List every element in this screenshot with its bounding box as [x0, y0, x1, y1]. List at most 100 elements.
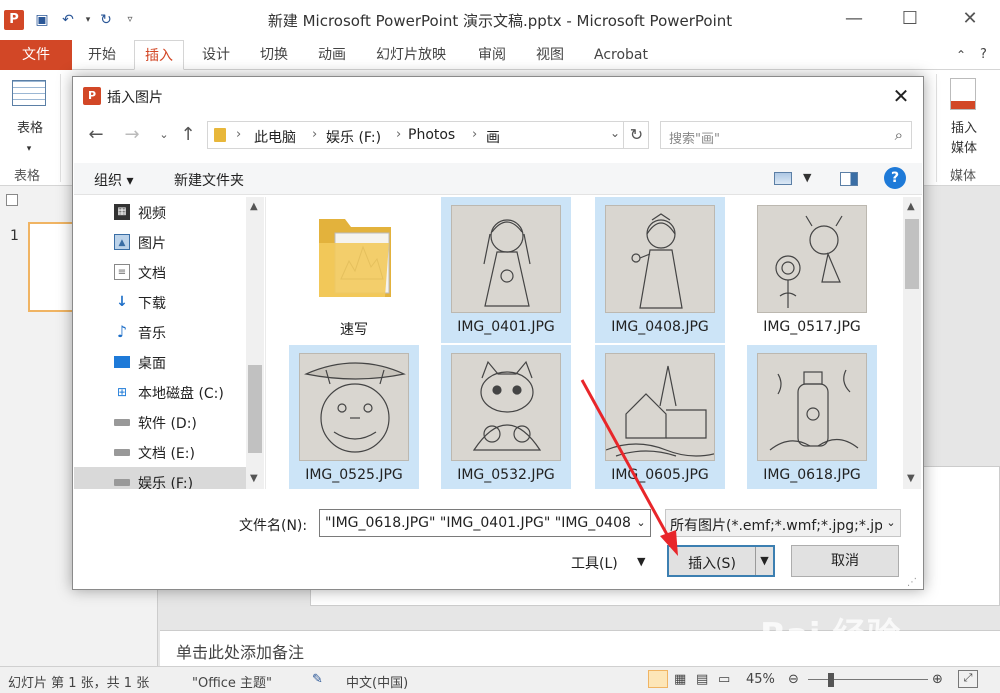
- file-tile-image[interactable]: IMG_0525.JPG: [289, 345, 419, 489]
- tree-item-desktop[interactable]: 桌面: [74, 347, 246, 377]
- search-input[interactable]: 搜索"画": [669, 128, 720, 147]
- scroll-down-icon[interactable]: ▼: [250, 473, 258, 484]
- filetype-select[interactable]: 所有图片(*.emf;*.wmf;*.jpg;*.jpeg;*.png) ⌄: [665, 509, 901, 537]
- refresh-icon[interactable]: ↻: [623, 121, 649, 149]
- resize-grip-icon[interactable]: ⋰: [907, 577, 917, 588]
- tree-item-documents[interactable]: ≡ 文档: [74, 257, 246, 287]
- file-tile-image[interactable]: IMG_0618.JPG: [747, 345, 877, 489]
- help-icon[interactable]: ?: [970, 40, 997, 70]
- tree-item-drive-d[interactable]: 软件 (D:): [74, 407, 246, 437]
- filetype-value[interactable]: 所有图片(*.emf;*.wmf;*.jpg;*.jpeg;*.png): [670, 515, 900, 535]
- fit-slide-icon[interactable]: ⤢: [958, 670, 978, 688]
- change-view-icon[interactable]: [774, 172, 792, 185]
- tree-item-pictures[interactable]: ▲ 图片: [74, 227, 246, 257]
- tab-insert[interactable]: 插入: [134, 40, 184, 70]
- breadcrumb-separator[interactable]: ›: [472, 127, 477, 142]
- tab-file[interactable]: 文件: [0, 40, 72, 70]
- scroll-up-icon[interactable]: ▲: [250, 201, 258, 212]
- collapse-pane-icon[interactable]: [6, 194, 18, 206]
- breadcrumb-separator[interactable]: ›: [396, 127, 401, 142]
- tab-transitions[interactable]: 切换: [250, 40, 298, 70]
- forward-arrow-icon[interactable]: →: [121, 123, 143, 147]
- breadcrumb-drive-f[interactable]: 娱乐 (F:): [326, 127, 381, 147]
- address-dropdown-icon[interactable]: ⌄: [610, 126, 620, 140]
- zoom-level[interactable]: 45%: [746, 672, 775, 687]
- file-name: IMG_0525.JPG: [305, 467, 403, 483]
- file-name: IMG_0618.JPG: [763, 467, 861, 483]
- tree-item-videos[interactable]: ▦ 视频: [74, 197, 246, 227]
- table-icon[interactable]: [12, 80, 46, 106]
- search-box[interactable]: 搜索"画" ⌕: [660, 121, 912, 149]
- zoom-in-icon[interactable]: ⊕: [932, 672, 943, 687]
- scroll-down-icon[interactable]: ▼: [907, 473, 915, 484]
- tools-menu[interactable]: 工具(L): [571, 553, 618, 573]
- file-tile-image[interactable]: IMG_0408.JPG: [595, 197, 725, 343]
- preview-pane-icon[interactable]: [840, 172, 858, 186]
- address-bar[interactable]: › 此电脑 › 娱乐 (F:) › Photos › 画 ⌄: [207, 121, 649, 149]
- breadcrumb-photos[interactable]: Photos: [408, 127, 455, 143]
- zoom-slider-handle[interactable]: [828, 673, 834, 687]
- reading-view-icon[interactable]: ▤: [696, 672, 708, 687]
- tree-item-drive-f[interactable]: 娱乐 (F:): [74, 467, 246, 489]
- new-folder-button[interactable]: 新建文件夹: [174, 170, 244, 190]
- minimize-button[interactable]: —: [834, 6, 874, 32]
- recent-locations-icon[interactable]: ⌄: [153, 123, 175, 147]
- tools-dropdown-icon[interactable]: ▼: [637, 555, 645, 568]
- file-tile-image[interactable]: IMG_0517.JPG: [747, 197, 877, 343]
- maximize-button[interactable]: ☐: [890, 6, 930, 32]
- cancel-button[interactable]: 取消: [791, 545, 899, 577]
- view-dropdown-icon[interactable]: ▼: [803, 171, 811, 184]
- organize-menu[interactable]: 组织 ▾: [94, 170, 133, 190]
- scroll-up-icon[interactable]: ▲: [907, 201, 915, 212]
- close-window-button[interactable]: ✕: [950, 6, 990, 32]
- dialog-close-button[interactable]: ✕: [881, 81, 921, 111]
- zoom-slider[interactable]: [808, 679, 928, 680]
- filetype-dropdown-icon[interactable]: ⌄: [882, 510, 900, 536]
- search-icon[interactable]: ⌕: [895, 126, 903, 144]
- tab-home[interactable]: 开始: [78, 40, 126, 70]
- tab-design[interactable]: 设计: [192, 40, 240, 70]
- tab-view[interactable]: 视图: [526, 40, 574, 70]
- filename-dropdown-icon[interactable]: ⌄: [632, 510, 650, 536]
- file-tile-image[interactable]: IMG_0401.JPG: [441, 197, 571, 343]
- table-button[interactable]: 表格: [8, 120, 52, 138]
- tab-slideshow[interactable]: 幻灯片放映: [366, 40, 456, 70]
- image-thumbnail: [299, 353, 409, 461]
- slide-sorter-icon[interactable]: ▦: [674, 672, 686, 687]
- table-dropdown-icon[interactable]: ▾: [24, 140, 34, 158]
- dialog-help-icon[interactable]: ?: [884, 167, 906, 189]
- spellcheck-icon[interactable]: ✎: [312, 672, 323, 687]
- slideshow-icon[interactable]: ▭: [718, 672, 730, 687]
- file-tile-image[interactable]: IMG_0605.JPG: [595, 345, 725, 489]
- tree-scrollbar-thumb[interactable]: [248, 365, 262, 453]
- file-tile-folder[interactable]: 速写: [289, 197, 419, 343]
- media-icon[interactable]: [950, 78, 976, 110]
- tab-acrobat[interactable]: Acrobat: [584, 40, 658, 70]
- file-grid-scrollbar[interactable]: ▲ ▼: [903, 197, 921, 489]
- breadcrumb-current-folder[interactable]: 画: [486, 127, 500, 147]
- breadcrumb-separator[interactable]: ›: [236, 127, 241, 142]
- image-thumbnail: [757, 205, 867, 313]
- insert-button[interactable]: 插入(S) ▼: [667, 545, 775, 577]
- tree-scrollbar[interactable]: ▲ ▼: [246, 197, 264, 489]
- file-tile-image[interactable]: IMG_0532.JPG: [441, 345, 571, 489]
- normal-view-icon[interactable]: [648, 670, 668, 688]
- tree-item-drive-e[interactable]: 文档 (E:): [74, 437, 246, 467]
- back-arrow-icon[interactable]: ←: [85, 123, 107, 147]
- up-arrow-icon[interactable]: ↑: [177, 123, 199, 147]
- filename-field[interactable]: "IMG_0618.JPG" "IMG_0401.JPG" "IMG_0408.…: [319, 509, 651, 537]
- notes-placeholder: 单击此处添加备注: [176, 643, 305, 662]
- insert-media-button[interactable]: 插入: [942, 120, 986, 138]
- file-grid-scrollbar-thumb[interactable]: [905, 219, 919, 289]
- tree-item-drive-c[interactable]: ⊞ 本地磁盘 (C:): [74, 377, 246, 407]
- language[interactable]: 中文(中国): [346, 672, 408, 691]
- breadcrumb-this-pc[interactable]: 此电脑: [254, 127, 296, 147]
- tree-item-music[interactable]: ♪ 音乐: [74, 317, 246, 347]
- tab-animations[interactable]: 动画: [308, 40, 356, 70]
- tree-item-downloads[interactable]: ↓ 下载: [74, 287, 246, 317]
- tab-review[interactable]: 审阅: [468, 40, 516, 70]
- insert-options-dropdown-icon[interactable]: ▼: [755, 547, 773, 575]
- zoom-out-icon[interactable]: ⊖: [788, 672, 799, 687]
- filename-value[interactable]: "IMG_0618.JPG" "IMG_0401.JPG" "IMG_0408.…: [325, 515, 650, 531]
- breadcrumb-separator[interactable]: ›: [312, 127, 317, 142]
